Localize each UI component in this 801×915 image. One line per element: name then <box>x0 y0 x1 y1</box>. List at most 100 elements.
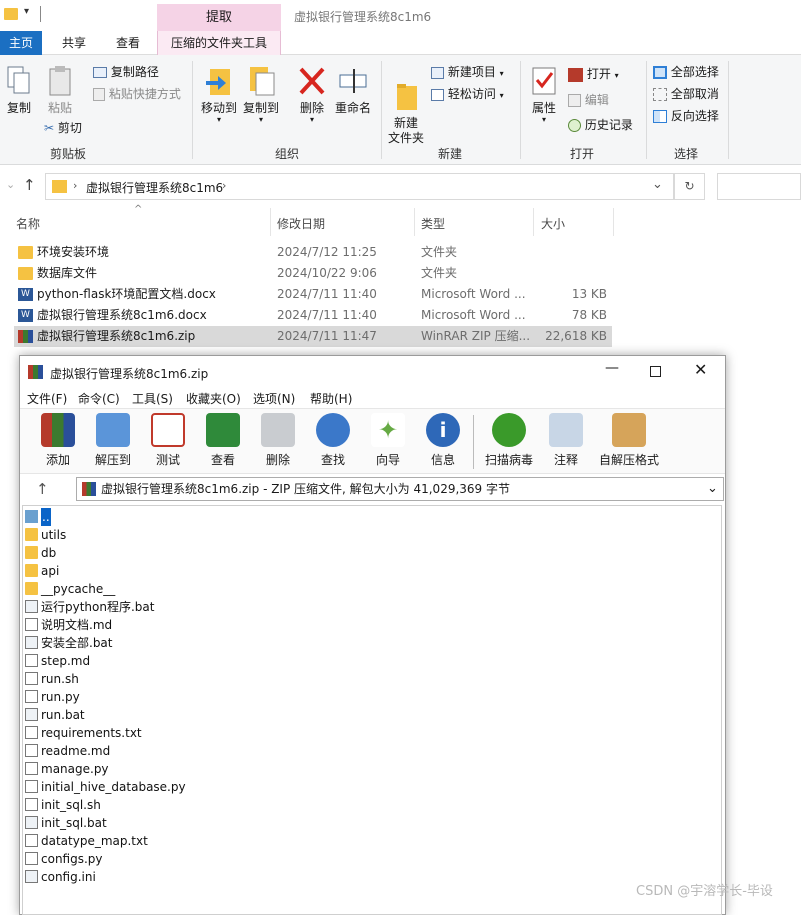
chevron-down-icon[interactable]: ▾ <box>24 6 29 17</box>
easy-access-button[interactable]: 轻松访问 ▾ <box>431 86 504 104</box>
comment-icon <box>549 413 583 447</box>
select-all-button[interactable]: 全部选择 <box>653 64 719 80</box>
paste-button[interactable]: 粘贴 <box>44 65 76 116</box>
folder-icon <box>25 528 38 541</box>
chevron-down-icon[interactable]: ⌄ <box>707 478 718 500</box>
up-arrow-icon[interactable]: ↑ <box>23 176 36 194</box>
invert-selection-button[interactable]: 反向选择 <box>653 108 719 124</box>
new-folder-button[interactable]: 新建 文件夹 <box>386 65 426 161</box>
history-button[interactable]: 历史记录 <box>568 117 633 133</box>
maximize-icon[interactable] <box>650 366 661 377</box>
copy-to-button[interactable]: 复制到 ▾ <box>241 65 281 124</box>
sfx-button[interactable]: 自解压格式 <box>596 413 662 468</box>
extract-to-button[interactable]: 解压到 <box>85 413 141 468</box>
info-button[interactable]: i 信息 <box>415 413 471 468</box>
archive-item-name: .. <box>41 508 51 526</box>
wizard-button[interactable]: ✦ 向导 <box>360 413 416 468</box>
rename-button[interactable]: 重命名 <box>333 65 373 116</box>
menu-help[interactable]: 帮助(H) <box>310 390 352 407</box>
address-bar[interactable]: › 虚拟银行管理系统8c1m6 › ⌄ <box>45 173 674 200</box>
minimize-icon[interactable]: — <box>605 360 619 376</box>
find-button[interactable]: 查找 <box>305 413 361 468</box>
copy-button[interactable]: 复制 <box>4 65 34 116</box>
file-icon <box>25 852 38 865</box>
archive-item-name: configs.py <box>41 852 103 866</box>
copy-path-button[interactable]: 复制路径 <box>93 64 159 80</box>
menu-favorites[interactable]: 收藏夹(O) <box>186 390 241 407</box>
winrar-window: 虚拟银行管理系统8c1m6.zip — ✕ 文件(F) 命令(C) 工具(S) … <box>19 355 726 915</box>
file-row[interactable]: W 虚拟银行管理系统8c1m6.docx 2024/7/11 11:40 Mic… <box>14 305 612 326</box>
column-date[interactable]: 修改日期 <box>277 215 325 232</box>
archive-item-name: run.bat <box>41 708 85 722</box>
info-label: 信息 <box>430 453 455 467</box>
new-item-button[interactable]: 新建项目 ▾ <box>431 64 504 82</box>
tab-view[interactable]: 查看 <box>106 31 150 55</box>
tab-share[interactable]: 共享 <box>52 31 96 55</box>
open-label: 打开 <box>586 67 611 81</box>
test-button[interactable]: 测试 <box>140 413 196 468</box>
refresh-button[interactable]: ↻ <box>674 173 705 200</box>
menu-file[interactable]: 文件(F) <box>27 390 67 407</box>
file-row[interactable]: W python-flask环境配置文档.docx 2024/7/11 11:4… <box>14 284 612 305</box>
chevron-down-icon[interactable]: ⌄ <box>6 178 15 191</box>
scissors-icon: ✂ <box>44 121 55 135</box>
copy-to-label: 复制到 <box>242 101 279 115</box>
menu-options[interactable]: 选项(N) <box>253 390 295 407</box>
archive-file-list: .. utils db api __pycache__ 运行python程序.bat 说明文… <box>22 505 722 915</box>
close-icon[interactable]: ✕ <box>694 360 707 379</box>
chevron-down-icon: ▾ <box>309 115 314 124</box>
gear-file-icon <box>25 708 38 721</box>
file-row[interactable]: 环境安装环境 2024/7/12 11:25 文件夹 <box>14 242 612 263</box>
column-size[interactable]: 大小 <box>541 215 565 232</box>
add-button[interactable]: 添加 <box>30 413 86 468</box>
tab-compressed-tools[interactable]: 压缩的文件夹工具 <box>157 31 281 55</box>
virus-bug-icon <box>492 413 526 447</box>
comment-button[interactable]: 注释 <box>538 413 594 468</box>
chevron-down-icon: ▾ <box>541 115 546 124</box>
delete-archive-button[interactable]: 删除 <box>250 413 306 468</box>
winrar-zip-icon <box>18 330 33 343</box>
rename-icon <box>339 69 367 93</box>
view-button[interactable]: 查看 <box>195 413 251 468</box>
search-input[interactable] <box>717 173 801 200</box>
view-book-icon <box>206 413 240 447</box>
divider <box>192 61 193 159</box>
sort-chevron-icon: ^ <box>134 204 143 215</box>
delete-button[interactable]: 删除 ▾ <box>294 65 330 124</box>
chevron-down-icon[interactable]: ⌄ <box>652 177 663 192</box>
column-type[interactable]: 类型 <box>421 215 445 232</box>
chevron-down-icon: ▾ <box>216 115 221 124</box>
view-label: 查看 <box>210 453 235 467</box>
archive-item-name: datatype_map.txt <box>41 834 148 848</box>
cut-button[interactable]: ✂ 剪切 <box>44 120 82 136</box>
menu-tools[interactable]: 工具(S) <box>132 390 173 407</box>
archive-path-bar[interactable]: 虚拟银行管理系统8c1m6.zip - ZIP 压缩文件, 解包大小为 41,0… <box>76 477 724 501</box>
edit-icon <box>568 94 581 107</box>
up-arrow-icon[interactable]: ↑ <box>36 480 49 498</box>
file-icon <box>25 672 38 685</box>
edit-button[interactable]: 编辑 <box>568 92 609 108</box>
group-label-select: 选择 <box>673 147 698 161</box>
menu-commands[interactable]: 命令(C) <box>78 390 120 407</box>
move-to-button[interactable]: 移动到 ▾ <box>199 65 239 124</box>
open-button[interactable]: 打开 ▾ <box>568 66 619 84</box>
word-doc-icon: W <box>18 288 33 301</box>
file-type: WinRAR ZIP 压缩... <box>421 329 531 343</box>
archive-item-name: manage.py <box>41 762 109 776</box>
file-row[interactable]: 数据库文件 2024/10/22 9:06 文件夹 <box>14 263 612 284</box>
sfx-box-icon <box>612 413 646 447</box>
select-none-button[interactable]: 全部取消 <box>653 86 719 102</box>
folder-icon <box>25 564 38 577</box>
divider <box>473 415 474 469</box>
refresh-icon: ↻ <box>684 179 695 193</box>
scan-virus-button[interactable]: 扫描病毒 <box>479 413 539 468</box>
gear-file-icon <box>25 636 38 649</box>
paste-shortcut-button[interactable]: 粘贴快捷方式 <box>93 86 181 102</box>
tab-home[interactable]: 主页 <box>0 31 42 55</box>
context-tab-extract[interactable]: 提取 <box>157 4 281 31</box>
properties-button[interactable]: 属性 ▾ <box>526 65 562 124</box>
archive-item-name: db <box>41 546 57 560</box>
new-folder-label: 新建 文件夹 <box>387 116 424 145</box>
file-row-selected[interactable]: 虚拟银行管理系统8c1m6.zip 2024/7/11 11:47 WinRAR… <box>14 326 612 347</box>
column-name[interactable]: 名称 <box>16 215 40 232</box>
